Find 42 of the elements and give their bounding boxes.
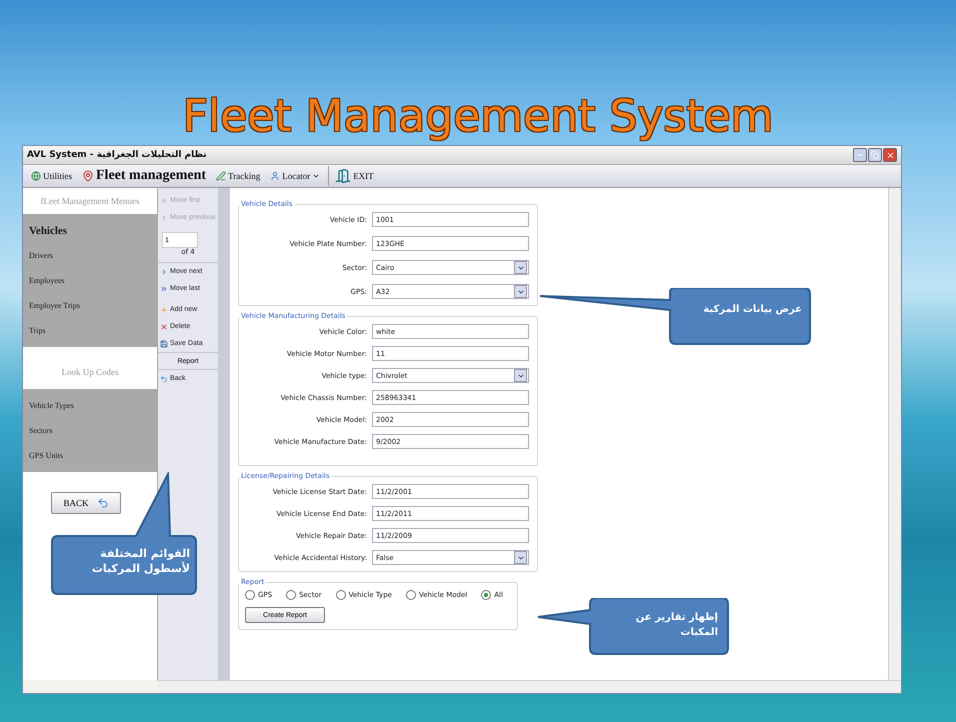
callout-text: القوائم المختلفة لأسطول المركبات [90,546,190,576]
horizontal-scrollbar[interactable] [157,680,901,693]
toolbar-button[interactable]: Tracking [214,166,262,186]
toolbar-button[interactable]: Utilities [29,166,74,186]
restore-button[interactable] [868,148,882,162]
window-title: AVL System - نظام التحليلات الجغرافية [27,150,207,160]
globe-icon [31,171,41,181]
close-icon [886,150,894,160]
cross-icon [160,322,168,330]
menu-header: fLeet Management Menues [40,195,140,208]
back-arrow-icon [160,374,168,382]
lookup-header: Look Up Codes [60,366,120,379]
toolbar-button[interactable]: Fleet management [80,166,208,186]
menu-item[interactable]: Trips [23,318,157,343]
menu-item[interactable]: Sectors [23,418,157,443]
toolbar-button[interactable]: Locator [268,166,322,186]
plus-icon [160,306,168,314]
pin-icon [82,170,94,182]
toolbar-button[interactable]: EXIT [328,166,376,186]
skip-last-icon [160,284,168,292]
callout-text: إظهار تقارير عن المكبات [634,611,718,640]
menu-item[interactable]: Vehicles [23,218,157,243]
menu-item[interactable]: Vehicle Types [23,393,157,418]
restore-icon [871,151,879,159]
skip-first-icon [160,196,168,204]
callout-text: عرض بيانات المركبة [702,303,802,317]
menu-item[interactable]: Drivers [23,243,157,268]
previous-icon [160,214,168,222]
person-icon [270,171,280,181]
back-arrow-icon [96,497,108,509]
close-button[interactable] [883,148,897,162]
pen-icon [216,171,226,181]
menu-item[interactable]: GPS Units [23,443,157,468]
back-button[interactable]: BACK [51,492,121,514]
next-icon [160,268,168,276]
menu-item[interactable]: Employees [23,268,157,293]
vertical-scrollbar[interactable] [888,188,901,680]
door-icon [335,168,352,184]
minimize-button[interactable] [853,148,867,162]
slide-title: Fleet Management System [182,92,774,144]
caret-icon [312,172,320,180]
menu-item[interactable]: Employee Trips [23,293,157,318]
